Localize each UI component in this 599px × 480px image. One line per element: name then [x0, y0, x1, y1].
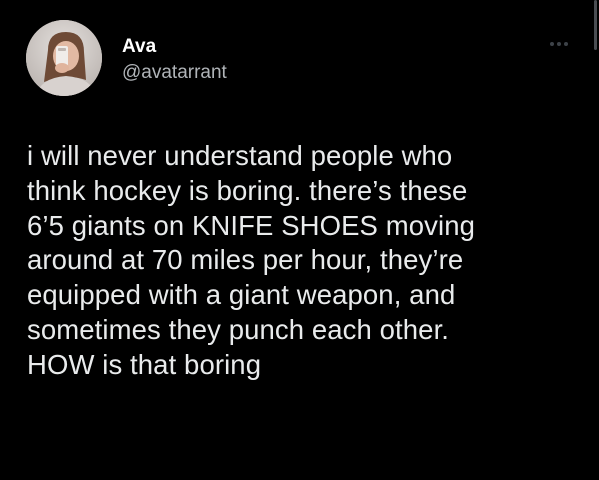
tweet-text-line: think hockey is boring. there’s these	[27, 174, 468, 206]
more-horizontal-icon	[550, 42, 568, 46]
tweet-text: i will never understand people who think…	[27, 139, 587, 383]
author-display-name[interactable]: Ava	[122, 36, 156, 58]
avatar-photo	[26, 20, 102, 96]
more-options-button[interactable]	[543, 32, 575, 56]
scrollbar[interactable]	[594, 0, 597, 50]
tweet-card: Ava @avatarrant i will never understand …	[0, 0, 599, 480]
tweet-text-line: 6’5 giants on KNIFE SHOES moving	[27, 209, 475, 241]
tweet-text-line: i will never understand people who	[27, 140, 453, 171]
author-handle[interactable]: @avatarrant	[122, 62, 227, 84]
tweet-text-line: HOW is that boring	[27, 348, 262, 380]
avatar[interactable]	[26, 20, 102, 96]
tweet-text-line: equipped with a giant weapon, and	[27, 279, 456, 311]
tweet-text-line: around at 70 miles per hour, they’re	[27, 244, 464, 276]
tweet-text-line: sometimes they punch each other.	[27, 313, 450, 345]
